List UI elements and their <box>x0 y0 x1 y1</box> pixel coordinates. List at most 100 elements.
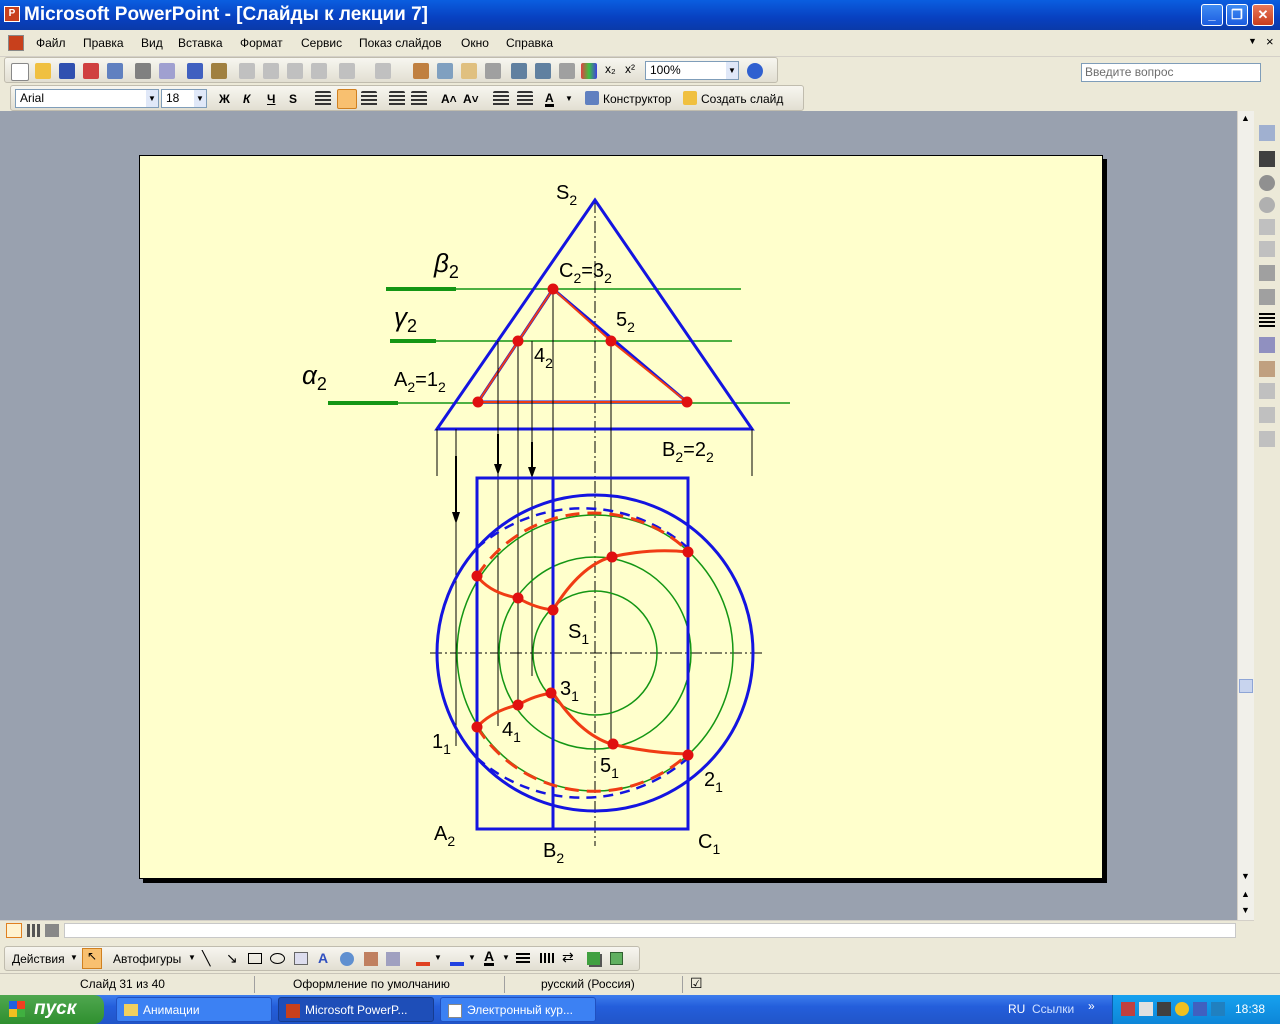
font-color-dropdown-icon[interactable]: ▼ <box>565 94 573 103</box>
scroll-up-icon[interactable]: ▲ <box>1241 113 1250 123</box>
minimize-button[interactable]: _ <box>1201 4 1223 26</box>
line-color-dropdown-icon[interactable]: ▼ <box>468 953 476 962</box>
insert-table-icon[interactable] <box>437 63 453 79</box>
zoom-select[interactable]: 100% ▼ <box>645 61 739 80</box>
show-grid-icon[interactable] <box>559 63 575 79</box>
tray-icon-volume[interactable] <box>1157 1002 1171 1016</box>
underline-button[interactable]: Ч <box>267 92 275 106</box>
more-brightness-icon[interactable] <box>1259 219 1275 235</box>
numbering-icon[interactable] <box>389 91 405 107</box>
new-slide-icon[interactable] <box>683 91 697 105</box>
superscript-icon[interactable]: x² <box>625 62 635 76</box>
less-brightness-icon[interactable] <box>1259 241 1275 257</box>
designer-button[interactable]: Конструктор <box>603 92 671 106</box>
menu-insert[interactable]: Вставка <box>178 36 223 50</box>
start-button[interactable]: пуск <box>0 995 104 1024</box>
insert-diagram-icon[interactable] <box>485 63 501 79</box>
actions-dropdown-icon[interactable]: ▼ <box>70 953 78 962</box>
help-question-input[interactable]: Введите вопрос <box>1081 63 1261 82</box>
wordart-icon[interactable]: A <box>318 950 328 966</box>
reset-picture-icon[interactable] <box>1259 431 1275 447</box>
links-expand-icon[interactable]: » <box>1088 999 1095 1013</box>
increase-font-icon[interactable]: A˄ <box>441 92 457 106</box>
align-center-icon[interactable] <box>337 89 357 109</box>
show-formatting-icon[interactable] <box>535 63 551 79</box>
tray-icon-network[interactable] <box>1121 1002 1135 1016</box>
autoshapes-menu[interactable]: Автофигуры <box>113 952 181 966</box>
3d-style-icon[interactable] <box>610 952 623 965</box>
crop-icon[interactable] <box>1259 265 1275 281</box>
font-name-select[interactable]: Arial ▼ <box>15 89 159 108</box>
arrow-style-icon[interactable]: ⇄ <box>562 949 574 966</box>
task-powerpoint[interactable]: Microsoft PowerP... <box>278 997 434 1022</box>
menu-window[interactable]: Окно <box>461 36 489 50</box>
new-icon[interactable] <box>11 63 29 81</box>
actions-menu[interactable]: Действия <box>12 952 65 966</box>
insert-picture-icon[interactable] <box>1259 125 1275 141</box>
menu-format[interactable]: Формат <box>240 36 283 50</box>
format-picture-icon[interactable] <box>1259 383 1275 399</box>
italic-button[interactable]: К <box>243 92 250 106</box>
insert-picture-tool-icon[interactable] <box>386 952 400 966</box>
line-style-tool-icon[interactable] <box>516 953 530 963</box>
bold-button[interactable]: Ж <box>219 92 230 106</box>
permission-icon[interactable] <box>83 63 99 79</box>
task-animations[interactable]: Анимации <box>116 997 272 1022</box>
new-slide-button[interactable]: Создать слайд <box>701 92 783 106</box>
close-button[interactable]: ✕ <box>1252 4 1274 26</box>
line-color-icon[interactable] <box>450 952 464 966</box>
autoshapes-dropdown-icon[interactable]: ▼ <box>188 953 196 962</box>
more-contrast-icon[interactable] <box>1259 175 1275 191</box>
cut-icon[interactable] <box>239 63 255 79</box>
slideshow-view-icon[interactable] <box>45 924 59 937</box>
menu-edit[interactable]: Правка <box>83 36 124 50</box>
format-painter-icon[interactable] <box>311 63 327 79</box>
language-bar[interactable]: RU <box>1008 1002 1025 1016</box>
font-color-icon[interactable]: A <box>545 92 554 107</box>
select-objects-icon[interactable]: ↖ <box>82 948 102 969</box>
textbox-tool-icon[interactable] <box>294 952 308 965</box>
help-dropdown-arrow-icon[interactable]: ▼ <box>1248 36 1257 46</box>
menu-view[interactable]: Вид <box>141 36 163 50</box>
dash-style-icon[interactable] <box>540 953 554 963</box>
tray-icon-update[interactable] <box>1211 1002 1225 1016</box>
horizontal-scrollbar[interactable] <box>64 923 1236 938</box>
shadow-style-icon[interactable] <box>587 952 600 965</box>
copy-icon[interactable] <box>263 63 279 79</box>
arrow-tool-icon[interactable]: ↘ <box>226 950 238 967</box>
designer-icon[interactable] <box>585 91 599 105</box>
next-slide-icon[interactable]: ▼ <box>1241 905 1250 915</box>
vertical-scroll-thumb[interactable] <box>1239 679 1253 693</box>
research-icon[interactable] <box>211 63 227 79</box>
close-document-icon[interactable]: × <box>1266 34 1274 49</box>
font-size-select[interactable]: 18 ▼ <box>161 89 207 108</box>
slide-sorter-view-icon[interactable] <box>27 924 41 937</box>
links-toolbar[interactable]: Ссылки <box>1032 1002 1074 1016</box>
align-right-icon[interactable] <box>361 91 377 107</box>
shadow-button[interactable]: S <box>289 92 297 106</box>
clipart-icon[interactable] <box>364 952 378 966</box>
decrease-font-icon[interactable]: A˅ <box>463 92 479 106</box>
slide-canvas[interactable]: S2 β2 γ2 α2 C2=32 52 42 A2=12 B2=22 S1 3… <box>139 155 1103 879</box>
restore-button[interactable]: ❐ <box>1226 4 1248 26</box>
email-icon[interactable] <box>107 63 123 79</box>
drawing-font-color-icon[interactable]: A <box>484 949 495 966</box>
diagram-icon[interactable] <box>340 952 354 966</box>
spelling-icon[interactable] <box>187 63 203 79</box>
increase-indent-icon[interactable] <box>517 91 533 107</box>
open-icon[interactable] <box>35 63 51 79</box>
print-preview-icon[interactable] <box>159 63 175 79</box>
menu-tools[interactable]: Сервис <box>301 36 342 50</box>
rotate-icon[interactable] <box>1259 289 1275 305</box>
recolor-icon[interactable] <box>1259 361 1275 377</box>
rectangle-tool-icon[interactable] <box>248 953 262 964</box>
expand-all-icon[interactable] <box>511 63 527 79</box>
font-size-dropdown-icon[interactable]: ▼ <box>194 90 206 107</box>
scroll-down-icon[interactable]: ▼ <box>1241 871 1250 881</box>
clock[interactable]: 18:38 <box>1235 1002 1265 1016</box>
powerpoint-app-icon[interactable]: P <box>4 6 20 22</box>
less-contrast-icon[interactable] <box>1259 197 1275 213</box>
align-left-icon[interactable] <box>315 91 331 107</box>
undo-icon[interactable] <box>339 63 355 79</box>
fill-color-dropdown-icon[interactable]: ▼ <box>434 953 442 962</box>
